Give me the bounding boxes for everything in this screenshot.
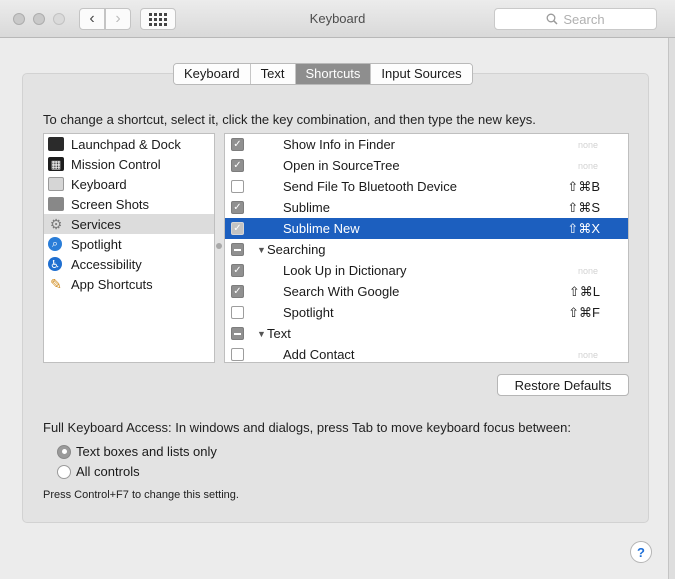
shortcut-row[interactable]: Spotlight ⇧⌘F <box>225 302 628 323</box>
shortcut-checkbox[interactable]: ✓ <box>231 201 244 214</box>
radio-indicator[interactable] <box>57 464 71 479</box>
shortcut-row[interactable]: ✓ Sublime ⇧⌘S <box>225 197 628 218</box>
search-field[interactable]: Search <box>494 8 657 30</box>
search-icon <box>546 13 558 25</box>
shortcut-label: Sublime New <box>283 221 360 236</box>
spotlight-search-icon: ⌕ <box>48 237 62 251</box>
category-item[interactable]: ♿ Accessibility <box>44 254 214 274</box>
keyboard-access-note: Press Control+F7 to change this setting. <box>43 489 239 501</box>
radio-label: All controls <box>76 464 140 479</box>
category-item[interactable]: ✎ App Shortcuts <box>44 274 214 294</box>
shortcut-group-row[interactable]: ▼ Text <box>225 323 628 344</box>
shortcut-keys[interactable]: none <box>578 140 598 150</box>
shortcut-row[interactable]: ✓ Open in SourceTree none <box>225 155 628 176</box>
launchpad-icon <box>48 137 64 151</box>
category-item[interactable]: Launchpad & Dock <box>44 134 214 154</box>
category-label: Services <box>71 216 121 232</box>
shortcut-row[interactable]: ✓ Sublime New ⇧⌘X <box>225 218 628 239</box>
window-edge <box>668 38 675 579</box>
mission-control-icon: ▦ <box>48 157 64 171</box>
category-item[interactable]: ⌕ Spotlight <box>44 234 214 254</box>
disclosure-triangle-icon[interactable]: ▼ <box>257 245 266 255</box>
shortcut-checkbox[interactable]: ✓ <box>231 159 244 172</box>
shortcut-keys[interactable]: ⇧⌘L <box>569 284 600 300</box>
category-label: Spotlight <box>71 236 122 252</box>
shortcut-keys[interactable]: ⇧⌘B <box>567 179 600 195</box>
shortcut-label: Add Contact <box>283 347 355 362</box>
category-label: Screen Shots <box>71 196 150 212</box>
full-keyboard-access-label: Full Keyboard Access: In windows and dia… <box>43 420 571 435</box>
category-list[interactable]: Launchpad & Dock ▦ Mission Control Keyboard… <box>43 133 215 363</box>
splitter-handle[interactable] <box>216 243 222 249</box>
category-item[interactable]: Keyboard <box>44 174 214 194</box>
shortcut-row[interactable]: ✓ Look Up in Dictionary none <box>225 260 628 281</box>
screen-shots-icon <box>48 197 64 211</box>
group-label: Text <box>267 326 291 341</box>
shortcut-label: Search With Google <box>283 284 400 299</box>
shortcut-checkbox[interactable]: ✓ <box>231 222 244 235</box>
radio-label: Text boxes and lists only <box>76 444 217 459</box>
tab-bar: Keyboard Text Shortcuts Input Sources <box>173 63 473 85</box>
shortcut-keys[interactable]: ⇧⌘F <box>568 305 600 321</box>
shortcut-keys[interactable]: none <box>578 161 598 171</box>
shortcut-keys[interactable]: none <box>578 266 598 276</box>
help-button[interactable]: ? <box>630 541 652 563</box>
shortcut-label: Sublime <box>283 200 330 215</box>
app-shortcuts-icon: ✎ <box>50 275 62 292</box>
tab-input-sources[interactable]: Input Sources <box>371 64 472 84</box>
shortcut-row[interactable]: Send File To Bluetooth Device ⇧⌘B <box>225 176 628 197</box>
shortcut-checkbox[interactable] <box>231 306 244 319</box>
group-label: Searching <box>267 242 326 257</box>
shortcut-label: Send File To Bluetooth Device <box>283 179 457 194</box>
search-placeholder: Search <box>563 11 605 27</box>
services-gear-icon: ⚙ <box>49 215 63 232</box>
radio-all-controls[interactable]: All controls <box>57 464 140 479</box>
category-label: Keyboard <box>71 176 127 192</box>
category-item[interactable]: ⚙ Services <box>44 214 214 234</box>
help-icon: ? <box>637 544 645 560</box>
group-checkbox[interactable] <box>231 243 244 256</box>
shortcut-group-row[interactable]: ▼ Searching <box>225 239 628 260</box>
disclosure-triangle-icon[interactable]: ▼ <box>257 329 266 339</box>
category-label: Accessibility <box>71 256 142 272</box>
shortcut-label: Show Info in Finder <box>283 137 396 152</box>
keyboard-icon <box>48 177 64 191</box>
shortcut-label: Look Up in Dictionary <box>283 263 407 278</box>
accessibility-icon: ♿ <box>48 257 62 271</box>
category-item[interactable]: ▦ Mission Control <box>44 154 214 174</box>
shortcut-checkbox[interactable]: ✓ <box>231 285 244 298</box>
shortcut-label: Spotlight <box>283 305 334 320</box>
shortcut-checkbox[interactable] <box>231 180 244 193</box>
instruction-text: To change a shortcut, select it, click t… <box>43 112 536 127</box>
restore-defaults-button[interactable]: Restore Defaults <box>497 374 629 396</box>
group-checkbox[interactable] <box>231 327 244 340</box>
radio-indicator[interactable] <box>57 444 71 459</box>
category-label: App Shortcuts <box>71 276 153 292</box>
title-bar: ‹ › Keyboard Search <box>0 0 675 38</box>
shortcut-keys[interactable]: none <box>578 350 598 360</box>
shortcut-list[interactable]: ✓ Show Info in Finder none ✓ Open in SourceT… <box>224 133 629 363</box>
tab-shortcuts[interactable]: Shortcuts <box>295 64 372 84</box>
shortcut-checkbox[interactable]: ✓ <box>231 264 244 277</box>
shortcut-label: Open in SourceTree <box>283 158 400 173</box>
shortcut-checkbox[interactable]: ✓ <box>231 138 244 151</box>
category-label: Mission Control <box>71 156 161 172</box>
shortcut-row[interactable]: ✓ Search With Google ⇧⌘L <box>225 281 628 302</box>
category-item[interactable]: Screen Shots <box>44 194 214 214</box>
radio-text-boxes[interactable]: Text boxes and lists only <box>57 444 217 459</box>
shortcut-row[interactable]: ✓ Show Info in Finder none <box>225 134 628 155</box>
tab-keyboard[interactable]: Keyboard <box>174 64 251 84</box>
shortcut-row[interactable]: Add Contact none <box>225 344 628 362</box>
shortcut-keys[interactable]: ⇧⌘X <box>567 221 600 237</box>
tab-text[interactable]: Text <box>250 64 296 84</box>
shortcut-keys[interactable]: ⇧⌘S <box>567 200 600 216</box>
shortcut-checkbox[interactable] <box>231 348 244 361</box>
category-label: Launchpad & Dock <box>71 136 181 152</box>
